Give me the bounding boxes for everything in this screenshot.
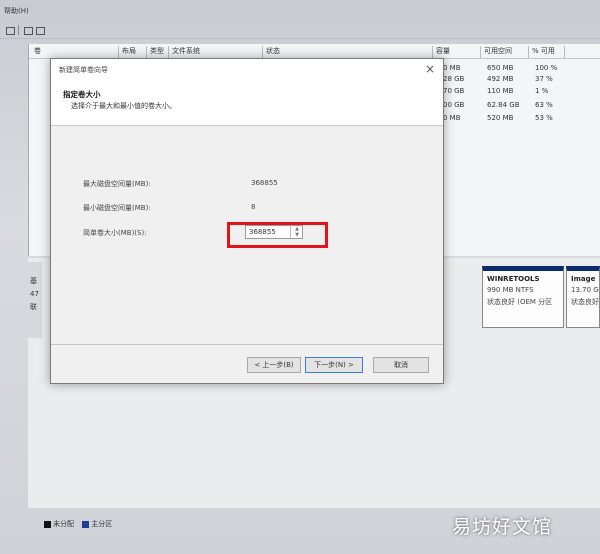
row-free: 492 MB <box>487 75 514 83</box>
toolbar <box>0 20 600 39</box>
row-capacity: 0 MB <box>443 64 461 72</box>
menu-help[interactable]: 帮助(H) <box>4 6 29 16</box>
screen-background: 帮助(H) 卷 布局 类型 文件系统 状态 容量 可用空间 % 可用 0 MB … <box>0 0 600 554</box>
row-free: 62.84 GB <box>487 101 520 109</box>
row-pct: 100 % <box>535 64 558 72</box>
disk-label-line: 47 <box>30 290 39 298</box>
row-pct: 37 % <box>535 75 553 83</box>
col-header-status[interactable]: 状态 <box>263 46 433 58</box>
partition-image[interactable]: Image 13.70 G 状态良好 <box>566 266 600 328</box>
row-free: 650 MB <box>487 64 514 72</box>
back-icon[interactable] <box>6 27 15 35</box>
partition-status: 状态良好 (OEM 分区 <box>487 298 553 306</box>
dialog-titlebar[interactable]: 新建简单卷向导 × <box>51 59 443 81</box>
legend-swatch-unallocated <box>44 520 51 528</box>
disk-label[interactable]: 基 47 联 <box>28 262 42 338</box>
next-button[interactable]: 下一步(N) > <box>305 357 363 373</box>
legend: 未分配 主分区 <box>44 519 112 529</box>
dialog-footer-divider <box>51 344 443 345</box>
partition-status: 状态良好 <box>571 298 599 306</box>
row-capacity: 28 GB <box>443 75 465 83</box>
col-header-type[interactable]: 类型 <box>147 46 169 58</box>
disk-label-line: 联 <box>30 303 37 311</box>
disk-label-line: 基 <box>30 277 37 285</box>
col-header-layout[interactable]: 布局 <box>119 46 147 58</box>
legend-unallocated: 未分配 <box>53 520 74 528</box>
row-pct: 63 % <box>535 101 553 109</box>
min-space-label: 最小磁盘空间量(MB): <box>83 204 151 212</box>
col-header-free[interactable]: 可用空间 <box>481 46 529 58</box>
row-free: 520 MB <box>487 114 514 122</box>
max-space-label: 最大磁盘空间量(MB): <box>83 180 151 188</box>
dialog-title: 新建简单卷向导 <box>59 66 108 74</box>
row-pct: 53 % <box>535 114 553 122</box>
menu-bar: 帮助(H) <box>0 4 600 18</box>
partition-name: WINRETOOLS <box>487 275 540 283</box>
new-simple-volume-wizard: 新建简单卷向导 × 指定卷大小 选择介于最大和最小值的卷大小。 最大磁盘空间量(… <box>50 58 444 384</box>
row-capacity: 00 GB <box>443 101 465 109</box>
col-header-pct-free[interactable]: % 可用 <box>529 46 565 58</box>
toolbar-divider <box>18 25 19 35</box>
min-space-value: 8 <box>251 203 256 211</box>
partition-winretools[interactable]: WINRETOOLS 990 MB NTFS 状态良好 (OEM 分区 <box>482 266 564 328</box>
max-space-value: 368855 <box>251 179 278 187</box>
close-icon[interactable]: × <box>425 62 435 76</box>
legend-swatch-primary <box>82 520 90 528</box>
col-header-filesystem[interactable]: 文件系统 <box>169 46 263 58</box>
back-button[interactable]: < 上一步(B) <box>247 357 301 373</box>
partition-size: 990 MB NTFS <box>487 286 534 294</box>
col-header-volume[interactable]: 卷 <box>31 46 119 58</box>
step-subtitle: 选择介于最大和最小值的卷大小。 <box>71 102 176 110</box>
volume-size-label: 简单卷大小(MB)(S): <box>83 229 147 237</box>
row-capacity: 70 GB <box>443 87 465 95</box>
help-icon[interactable] <box>36 27 45 35</box>
properties-icon[interactable] <box>24 27 33 35</box>
legend-primary: 主分区 <box>91 520 113 528</box>
step-title: 指定卷大小 <box>63 90 101 99</box>
row-free: 110 MB <box>487 87 514 95</box>
row-pct: 1 % <box>535 87 549 95</box>
partition-name: Image <box>571 275 596 283</box>
dialog-header: 指定卷大小 选择介于最大和最小值的卷大小。 <box>51 81 443 126</box>
row-capacity: 0 MB <box>443 114 461 122</box>
cancel-button[interactable]: 取消 <box>373 357 429 373</box>
partition-size: 13.70 G <box>571 286 599 294</box>
highlight-box <box>227 222 328 248</box>
col-header-capacity[interactable]: 容量 <box>433 46 481 58</box>
watermark: 易坊好文馆 <box>452 516 553 538</box>
